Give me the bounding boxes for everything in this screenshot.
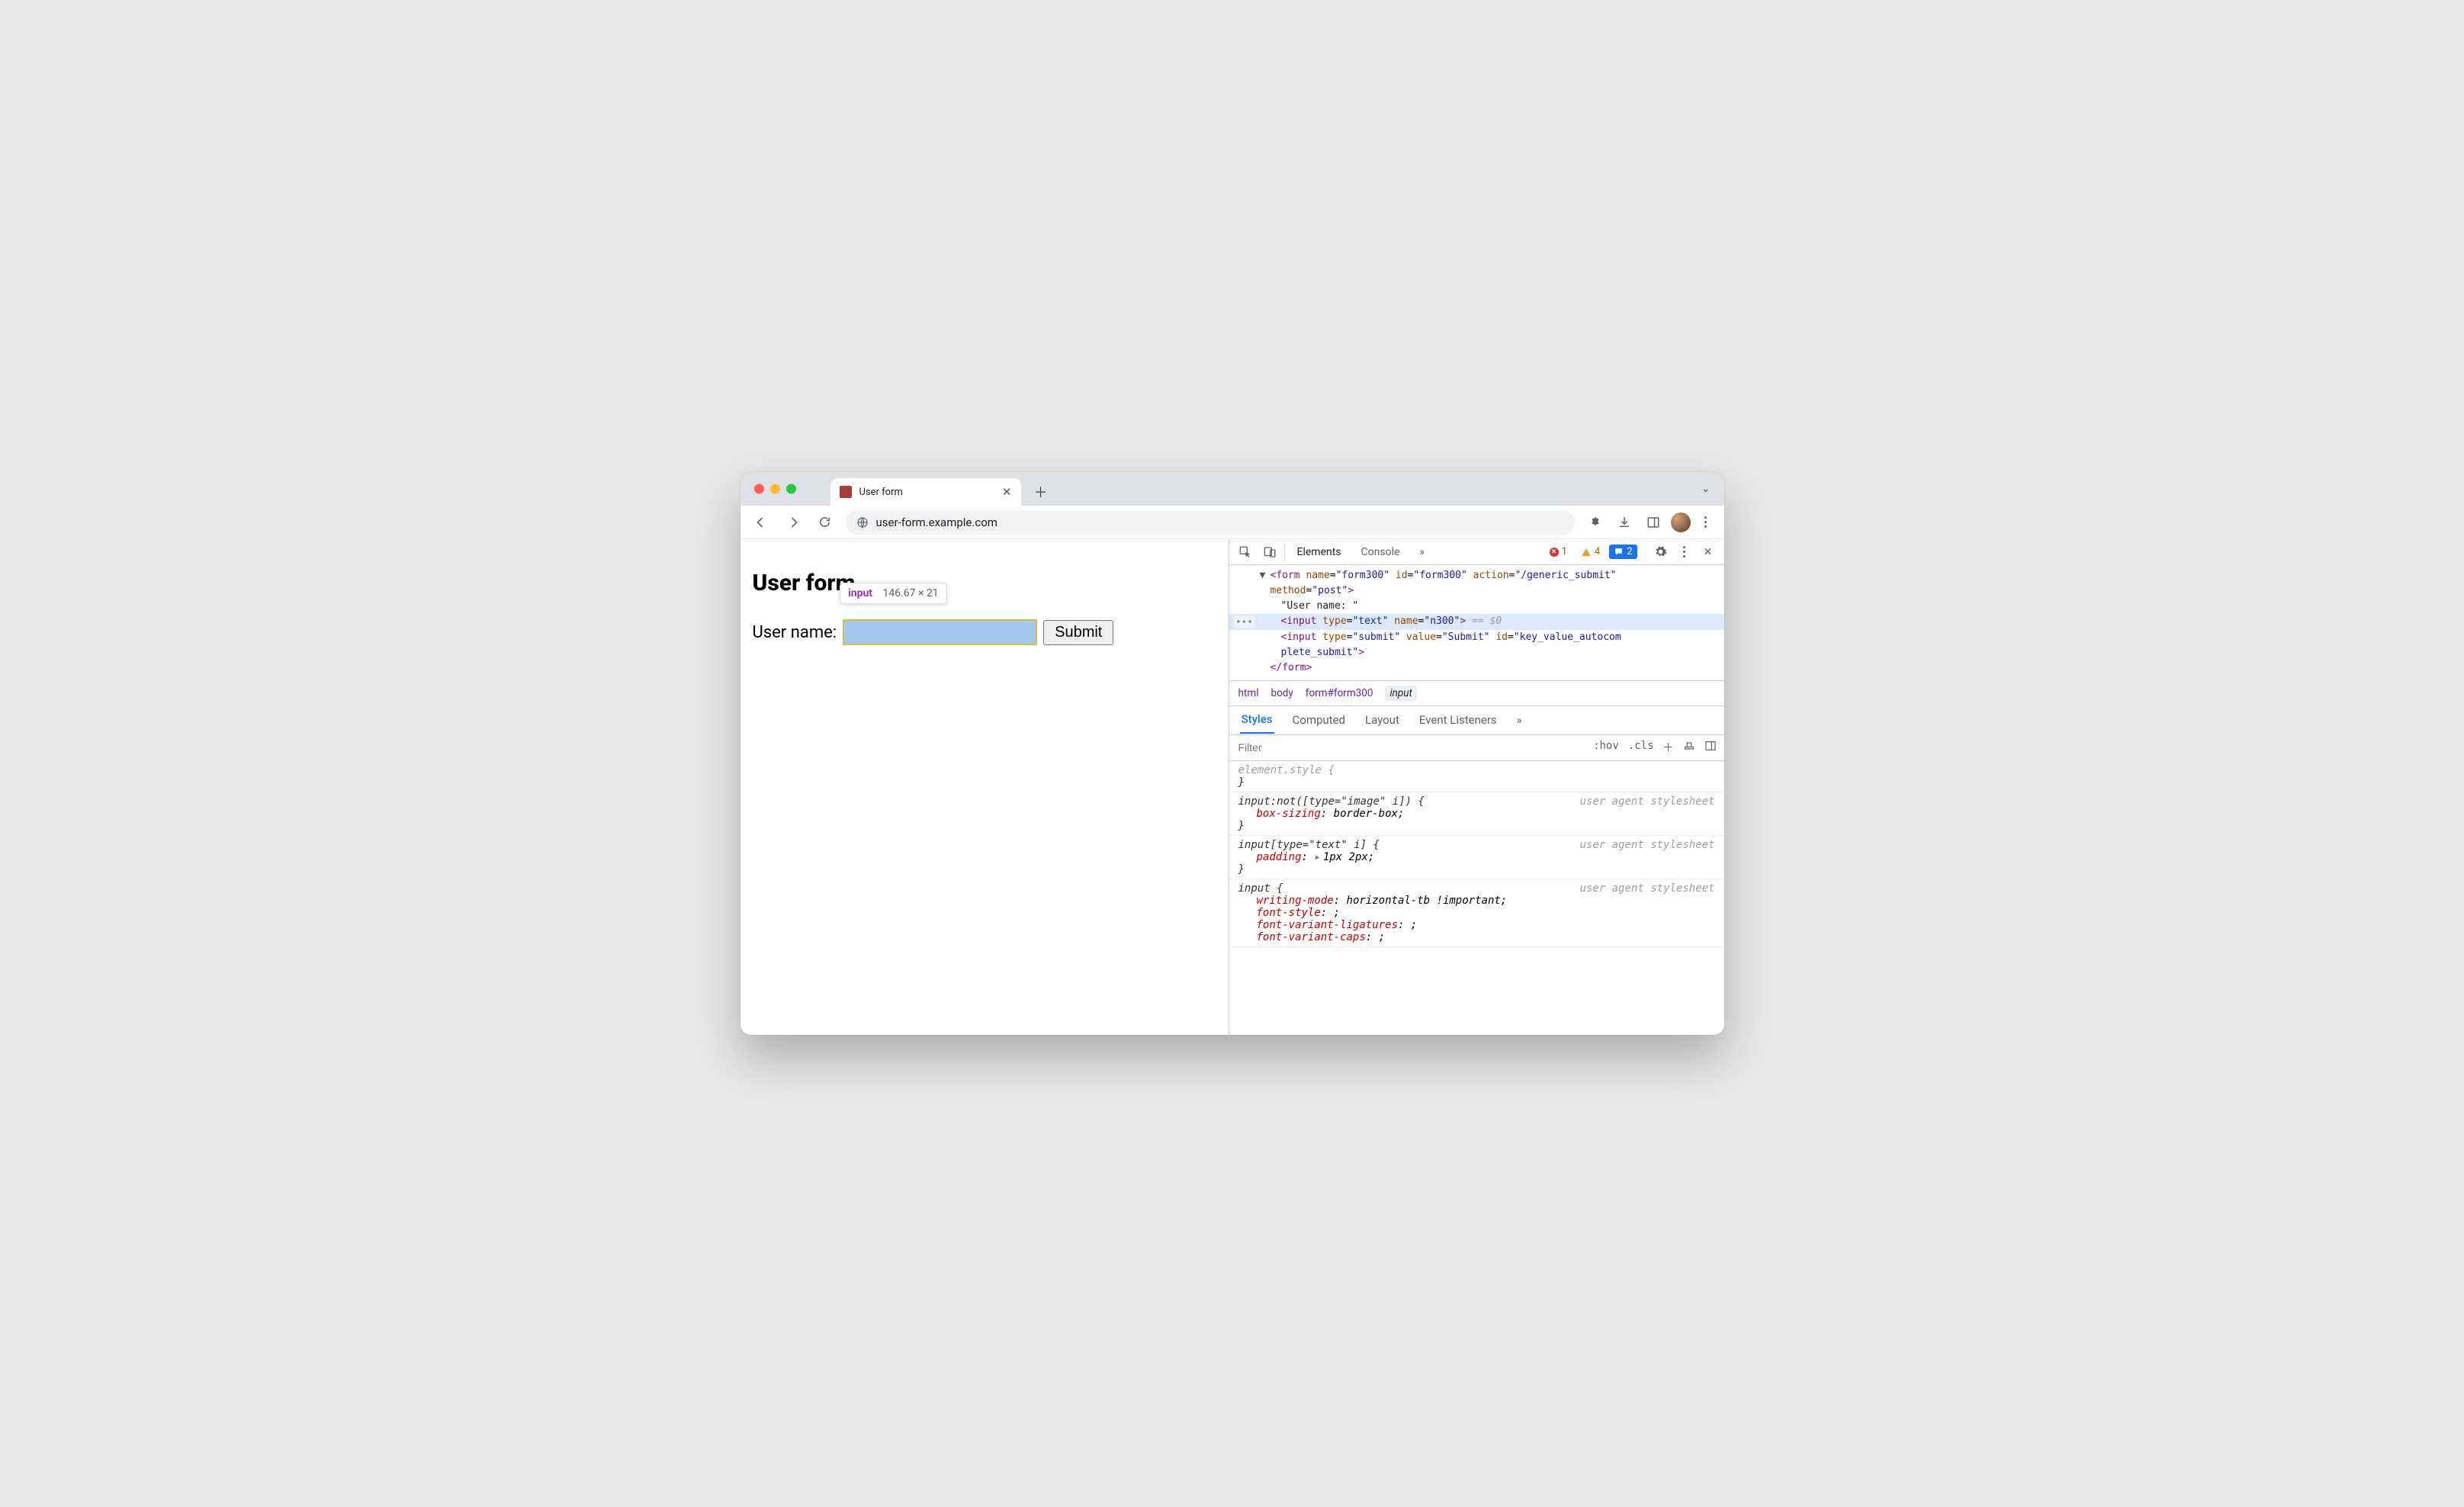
dom-node-input-submit-b[interactable]: plete_submit"> xyxy=(1229,645,1724,660)
issues-count[interactable]: 2 xyxy=(1609,545,1637,559)
styles-sub-tabs: Styles Computed Layout Event Listeners » xyxy=(1229,706,1724,735)
toolbar: user-form.example.com xyxy=(740,506,1724,539)
extensions-icon[interactable] xyxy=(1584,511,1607,534)
dom-overflow-icon: ••• xyxy=(1234,615,1256,628)
field-wrap: input 146.67 × 21 xyxy=(843,619,1037,645)
rule-input: input { user agent stylesheet writing-mo… xyxy=(1229,879,1724,947)
tab-title: User form xyxy=(859,487,994,498)
dom-tree[interactable]: ▼ <form name="form300" id="form300" acti… xyxy=(1229,565,1724,681)
close-window-icon[interactable] xyxy=(754,484,764,494)
browser-tab[interactable]: User form ✕ xyxy=(830,478,1021,506)
tab-console[interactable]: Console xyxy=(1354,541,1408,564)
window-controls xyxy=(754,484,796,494)
rule-not-image: input:not([type="image" i]) { user agent… xyxy=(1229,792,1724,836)
toolbar-right xyxy=(1584,511,1715,534)
field-label: User name: xyxy=(753,623,837,642)
crumb-body[interactable]: body xyxy=(1271,687,1293,699)
inspect-element-icon[interactable] xyxy=(1235,542,1255,562)
dom-node-form-open-b[interactable]: method="post"> xyxy=(1229,583,1724,599)
devtools-settings-icon[interactable] xyxy=(1651,542,1671,562)
tab-strip: User form ✕ ＋ ⌄ xyxy=(740,472,1724,506)
minimize-window-icon[interactable] xyxy=(770,484,780,494)
styles-filter-input[interactable] xyxy=(1229,735,1594,760)
device-toolbar-icon[interactable] xyxy=(1260,542,1280,562)
dom-breadcrumbs: html body form#form300 input xyxy=(1229,681,1724,706)
username-input[interactable] xyxy=(843,619,1037,645)
dom-node-form-open[interactable]: ▼ <form name="form300" id="form300" acti… xyxy=(1229,568,1724,583)
styles-filter-row: :hov .cls ＋ xyxy=(1229,735,1724,761)
subtab-more[interactable]: » xyxy=(1515,707,1524,733)
form-row: User name: input 146.67 × 21 Submit xyxy=(753,619,1216,645)
dom-node-input-submit[interactable]: <input type="submit" value="Submit" id="… xyxy=(1229,630,1724,645)
computed-sidebar-icon[interactable] xyxy=(1704,740,1717,755)
forward-button[interactable] xyxy=(782,511,805,534)
hov-toggle[interactable]: :hov xyxy=(1593,740,1619,755)
url-text: user-form.example.com xyxy=(876,516,997,529)
site-info-icon[interactable] xyxy=(856,516,869,529)
chrome-menu-button[interactable] xyxy=(1697,516,1715,528)
submit-button[interactable]: Submit xyxy=(1043,620,1113,645)
reload-button[interactable] xyxy=(814,511,837,534)
styles-rules[interactable]: element.style { } input:not([type="image… xyxy=(1229,761,1724,1035)
cls-toggle[interactable]: .cls xyxy=(1628,740,1654,755)
dom-node-form-close[interactable]: </form> xyxy=(1229,660,1724,676)
address-bar[interactable]: user-form.example.com xyxy=(846,510,1575,535)
error-count[interactable]: ✕1 xyxy=(1545,545,1572,559)
rule-element-style: element.style { } xyxy=(1229,761,1724,792)
tab-elements[interactable]: Elements xyxy=(1290,541,1349,564)
subtab-events[interactable]: Event Listeners xyxy=(1418,707,1499,733)
dom-node-input-text[interactable]: ••• <input type="text" name="n300"> == $… xyxy=(1229,614,1724,629)
subtab-styles[interactable]: Styles xyxy=(1240,706,1274,734)
tab-list-button[interactable]: ⌄ xyxy=(1701,483,1711,495)
crumb-html[interactable]: html xyxy=(1238,687,1259,699)
devtools-pane: Elements Console » ✕1 4 2 xyxy=(1229,539,1724,1035)
maximize-window-icon[interactable] xyxy=(786,484,796,494)
rule-text: input[type="text" i] { user agent styles… xyxy=(1229,836,1724,879)
browser-window: User form ✕ ＋ ⌄ user-form.example.com xyxy=(740,472,1724,1035)
new-tab-button[interactable]: ＋ xyxy=(1030,481,1052,503)
dom-text-node[interactable]: "User name: " xyxy=(1229,599,1724,614)
paint-brush-icon[interactable] xyxy=(1683,740,1695,755)
back-button[interactable] xyxy=(750,511,773,534)
new-style-rule-icon[interactable]: ＋ xyxy=(1663,740,1674,755)
subtab-computed[interactable]: Computed xyxy=(1291,707,1348,733)
devtools-close-icon[interactable]: ✕ xyxy=(1698,542,1718,562)
content-area: User form User name: input 146.67 × 21 S… xyxy=(740,539,1724,1035)
downloads-icon[interactable] xyxy=(1613,511,1636,534)
close-tab-icon[interactable]: ✕ xyxy=(1002,485,1012,499)
inspect-tooltip: input 146.67 × 21 xyxy=(840,583,947,604)
crumb-input[interactable]: input xyxy=(1385,686,1416,701)
favicon-icon xyxy=(840,486,852,498)
warning-count[interactable]: 4 xyxy=(1576,545,1605,559)
page-pane: User form User name: input 146.67 × 21 S… xyxy=(740,539,1229,1035)
tab-more[interactable]: » xyxy=(1412,541,1432,564)
devtools-menu-icon[interactable] xyxy=(1675,546,1694,557)
tooltip-tag: input xyxy=(848,587,872,599)
sidepanel-icon[interactable] xyxy=(1642,511,1665,534)
page-heading: User form xyxy=(753,570,1216,596)
subtab-layout[interactable]: Layout xyxy=(1364,707,1401,733)
profile-avatar[interactable] xyxy=(1671,513,1691,532)
crumb-form[interactable]: form#form300 xyxy=(1306,687,1373,699)
devtools-tabs: Elements Console » ✕1 4 2 xyxy=(1229,539,1724,565)
tooltip-dims: 146.67 × 21 xyxy=(882,587,938,599)
